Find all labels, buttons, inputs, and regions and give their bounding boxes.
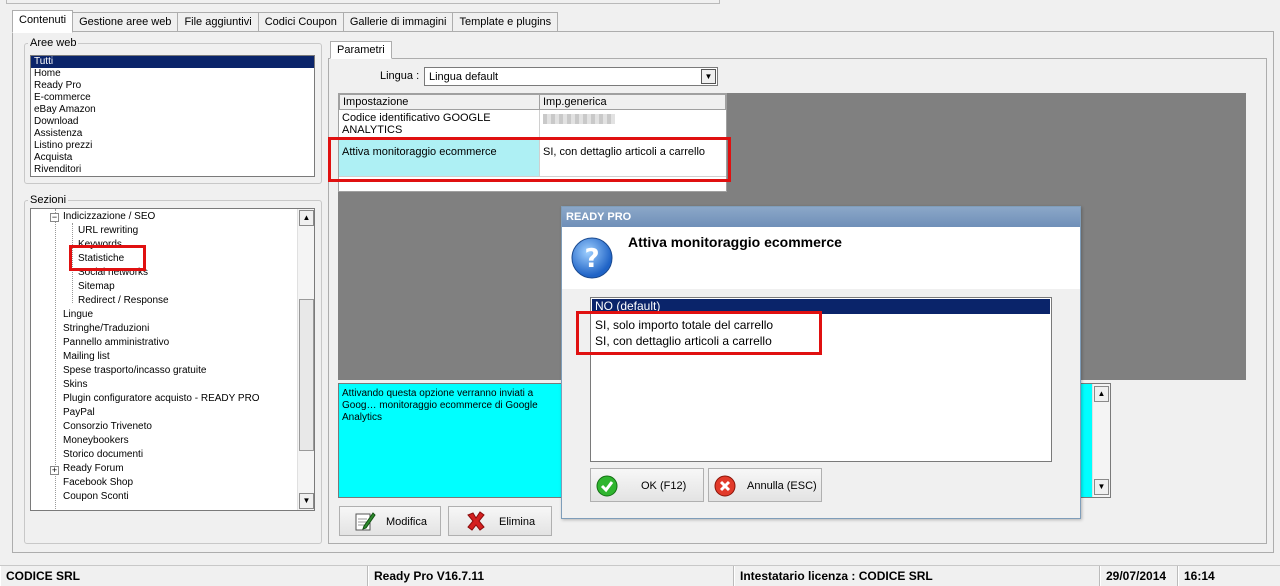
list-item[interactable]: Listino prezzi xyxy=(31,140,314,152)
tree-item-redirect-response[interactable]: Redirect / Response xyxy=(78,294,169,308)
status-version: Ready Pro V16.7.11 xyxy=(368,566,734,586)
status-date: 29/07/2014 xyxy=(1100,566,1178,586)
annotation-options xyxy=(576,311,822,355)
lingua-select[interactable]: Lingua default ▼ xyxy=(424,67,718,86)
scroll-thumb[interactable] xyxy=(299,299,314,451)
sezioni-label: Sezioni xyxy=(28,194,69,206)
grid-header-valore: Imp.generica xyxy=(539,94,726,110)
tree-item-paypal[interactable]: PayPal xyxy=(63,406,95,420)
tree-item-moneybookers[interactable]: Moneybookers xyxy=(63,434,129,448)
ok-label: OK (F12) xyxy=(641,480,687,492)
top-panel-edge xyxy=(6,0,720,4)
list-item[interactable]: Tutti xyxy=(31,56,314,68)
tree-item-coupon-sconti[interactable]: Coupon Sconti xyxy=(63,490,129,504)
expand-icon[interactable]: + xyxy=(50,466,59,475)
tree-item-facebook-shop[interactable]: Facebook Shop xyxy=(63,476,133,490)
cancel-button[interactable]: Annulla (ESC) xyxy=(708,468,822,502)
list-item[interactable]: eBay Amazon xyxy=(31,104,314,116)
list-item[interactable]: Acquista xyxy=(31,152,314,164)
collapse-icon[interactable]: − xyxy=(50,213,59,222)
elimina-label: Elimina xyxy=(499,516,536,528)
question-icon: ? xyxy=(571,237,613,279)
description-text: Attivando questa opzione verranno inviat… xyxy=(342,388,538,423)
list-item[interactable]: Home xyxy=(31,68,314,80)
ready-pro-dialog: READY PRO ? Attiva monitoraggio ecommerc… xyxy=(561,206,1081,519)
status-time: 16:14 xyxy=(1178,566,1280,586)
dialog-header: ? Attiva monitoraggio ecommerce xyxy=(562,227,1080,289)
tree-scrollbar[interactable]: ▲ ▼ xyxy=(297,209,314,510)
annotation-row xyxy=(328,137,731,182)
modifica-button[interactable]: Modifica xyxy=(339,506,441,536)
tab-gestione-aree-web[interactable]: Gestione aree web xyxy=(72,12,179,33)
lingua-label: Lingua : xyxy=(380,70,420,82)
scroll-down-icon[interactable]: ▼ xyxy=(299,493,314,509)
tab-parametri[interactable]: Parametri xyxy=(330,41,392,59)
status-company: CODICE SRL xyxy=(0,566,368,586)
tree-item-stringhe-traduzioni[interactable]: Stringhe/Traduzioni xyxy=(63,322,149,336)
list-item[interactable]: Ready Pro xyxy=(31,80,314,92)
elimina-button[interactable]: Elimina xyxy=(448,506,552,536)
list-item[interactable]: Rivenditori xyxy=(31,164,314,176)
cancel-icon xyxy=(714,475,736,497)
tree-item-storico-documenti[interactable]: Storico documenti xyxy=(63,448,143,462)
status-license: Intestatario licenza : CODICE SRL xyxy=(734,566,1100,586)
status-bar: CODICE SRL Ready Pro V16.7.11 Intestatar… xyxy=(0,565,1280,586)
scroll-up-icon[interactable]: ▲ xyxy=(299,210,314,226)
tab-contenuti[interactable]: Contenuti xyxy=(12,10,74,33)
tree-item-consorzio-triveneto[interactable]: Consorzio Triveneto xyxy=(63,420,152,434)
tab-gallerie-immagini[interactable]: Gallerie di immagini xyxy=(342,12,454,33)
tab-codici-coupon[interactable]: Codici Coupon xyxy=(257,12,344,33)
annotation-statistiche xyxy=(69,245,146,271)
tree-item-sitemap[interactable]: Sitemap xyxy=(78,280,115,294)
table-cell: Codice identificativo GOOGLE ANALYTICS xyxy=(342,112,491,136)
check-icon xyxy=(596,475,618,497)
grid-header-label: Impostazione xyxy=(343,96,409,108)
chevron-down-icon[interactable]: ▼ xyxy=(701,69,716,84)
delete-icon xyxy=(467,511,485,531)
dialog-heading: Attiva monitoraggio ecommerce xyxy=(628,234,842,250)
description-scrollbar[interactable]: ▲ ▼ xyxy=(1092,384,1110,497)
svg-text:?: ? xyxy=(584,244,599,274)
table-row[interactable]: Codice identificativo GOOGLE ANALYTICS xyxy=(339,110,540,140)
blurred-value xyxy=(543,114,615,124)
tree-line xyxy=(55,209,56,509)
tab-template-plugins[interactable]: Template e plugins xyxy=(452,12,559,33)
dialog-title: READY PRO xyxy=(562,207,1080,227)
tree-item-ready-forum[interactable]: Ready Forum xyxy=(63,462,124,476)
list-item[interactable]: Assistenza xyxy=(31,128,314,140)
tree-item-url-rewriting[interactable]: URL rewriting xyxy=(78,224,138,238)
tab-file-aggiuntivi[interactable]: File aggiuntivi xyxy=(177,12,259,33)
scroll-up-icon[interactable]: ▲ xyxy=(1094,386,1109,402)
tree-item-lingue[interactable]: Lingue xyxy=(63,308,93,322)
grid-header-impostazione: Impostazione xyxy=(339,94,540,110)
modifica-label: Modifica xyxy=(386,516,427,528)
tree-item-spese-trasporto[interactable]: Spese trasporto/incasso gratuite xyxy=(63,364,206,378)
tree-item-plugin-configuratore[interactable]: Plugin configuratore acquisto - READY PR… xyxy=(63,392,260,406)
tree-item-indicizzazione-seo[interactable]: Indicizzazione / SEO xyxy=(63,210,155,224)
tree-item-mailing-list[interactable]: Mailing list xyxy=(63,350,110,364)
table-cell-value[interactable] xyxy=(540,110,726,140)
main-tabs: Contenuti Gestione aree web File aggiunt… xyxy=(12,10,559,33)
lingua-select-value: Lingua default xyxy=(429,71,499,83)
tree-item-pannello-amministrativo[interactable]: Pannello amministrativo xyxy=(63,336,169,350)
tree-item-skins[interactable]: Skins xyxy=(63,378,87,392)
aree-web-list[interactable]: Tutti Home Ready Pro E-commerce eBay Ama… xyxy=(30,55,315,177)
list-item[interactable]: Download xyxy=(31,116,314,128)
grid-header-label: Imp.generica xyxy=(543,96,607,108)
ok-button[interactable]: OK (F12) xyxy=(590,468,704,502)
list-item[interactable]: E-commerce xyxy=(31,92,314,104)
cancel-label: Annulla (ESC) xyxy=(747,480,817,492)
edit-icon xyxy=(355,512,376,531)
scroll-down-icon[interactable]: ▼ xyxy=(1094,479,1109,495)
aree-web-label: Aree web xyxy=(28,37,79,49)
